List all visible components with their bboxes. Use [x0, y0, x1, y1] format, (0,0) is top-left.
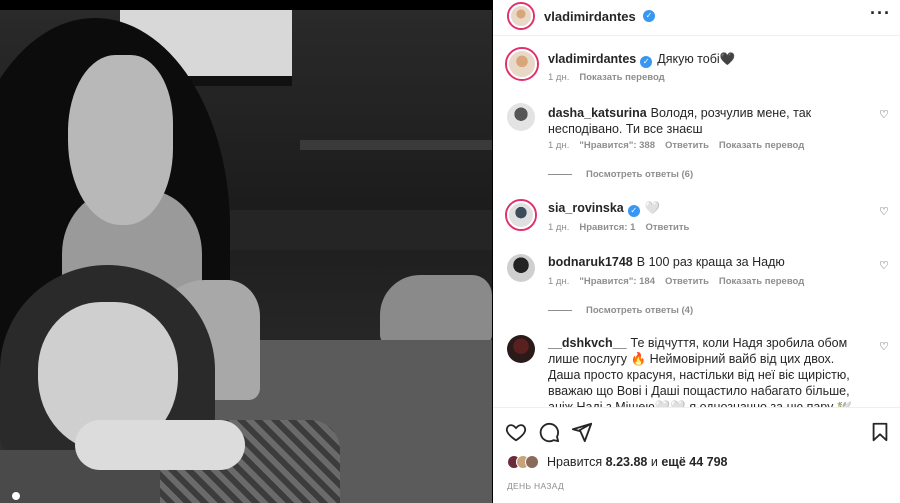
comment-username[interactable]: sia_rovinska — [548, 201, 624, 215]
view-replies-label: Посмотреть ответы (4) — [586, 305, 694, 316]
comment-avatar[interactable] — [507, 254, 535, 282]
verified-icon: ✓ — [627, 205, 640, 217]
photo-pillow — [380, 275, 492, 345]
comment-likes[interactable]: "Нравится": 184 — [579, 276, 655, 287]
comment: bodnaruk1748 В 100 раз краща за Надю — [548, 254, 868, 270]
comment-avatar[interactable] — [505, 199, 537, 231]
author-username[interactable]: vladimirdantes — [544, 9, 636, 24]
comment-meta: 1 дн. "Нравится": 184 Ответить Показать … — [548, 276, 804, 287]
photo-shelf-lower — [230, 210, 492, 250]
likes-prefix: Нравится — [547, 455, 603, 469]
caption-meta: 1 дн. Показать перевод — [548, 72, 665, 83]
like-comment-heart-icon[interactable]: ♡ — [879, 207, 890, 218]
caption-text: Дякую тобі🖤 — [657, 52, 736, 66]
comment-avatar[interactable] — [507, 103, 535, 131]
comment-username[interactable]: __dshkvch__ — [548, 336, 627, 350]
post-media-panel — [0, 0, 492, 503]
caption-avatar[interactable] — [505, 47, 539, 81]
likes-user[interactable]: 8.23.88 — [606, 455, 648, 469]
reply-button[interactable]: Ответить — [665, 276, 709, 287]
comment: dasha_katsurina Володя, розчулив мене, та… — [548, 105, 868, 137]
comment-meta: 1 дн. "Нравится": 388 Ответить Показать … — [548, 140, 804, 151]
post-side-panel: vladimirdantes ✓ ··· vladimirdantes ✓ Дяку… — [493, 0, 900, 503]
comment-text: В 100 раз краща за Надю — [636, 255, 785, 269]
comment-likes[interactable]: Нравится: 1 — [579, 222, 635, 233]
comment-username[interactable]: bodnaruk1748 — [548, 255, 633, 269]
replies-line — [548, 174, 572, 175]
view-replies-button[interactable]: Посмотреть ответы (6) — [548, 169, 693, 180]
photo-child-hand — [75, 420, 245, 470]
comment-avatar[interactable] — [507, 335, 535, 363]
like-comment-heart-icon[interactable]: ♡ — [879, 261, 890, 272]
share-send-icon[interactable] — [571, 421, 593, 443]
caption: vladimirdantes ✓ Дякую тобі🖤 — [548, 51, 878, 68]
post-photo[interactable] — [0, 10, 492, 503]
photo-woman-face — [68, 55, 173, 225]
comment-bubble-icon[interactable] — [538, 421, 560, 443]
like-comment-heart-icon[interactable]: ♡ — [879, 110, 890, 121]
bookmark-icon[interactable] — [869, 421, 891, 443]
comment: sia_rovinska ✓ 🤍 — [548, 200, 868, 217]
translate-button[interactable]: Показать перевод — [719, 140, 804, 151]
comment-time[interactable]: 1 дн. — [548, 276, 569, 287]
reply-button[interactable]: Ответить — [665, 140, 709, 151]
reply-button[interactable]: Ответить — [645, 222, 689, 233]
comment-meta: 1 дн. Нравится: 1 Ответить — [548, 222, 689, 233]
translate-button[interactable]: Показать перевод — [719, 276, 804, 287]
likes-summary[interactable]: Нравится 8.23.88 и ещё 44 798 — [507, 455, 727, 469]
post-timestamp[interactable]: ДЕНЬ НАЗАД — [507, 481, 564, 491]
comment: __dshkvch__ Те відчуття, коли Надя зробил… — [548, 335, 868, 407]
caption-translate-button[interactable]: Показать перевод — [579, 72, 664, 83]
carousel-dot — [12, 492, 20, 500]
verified-icon: ✓ — [640, 56, 653, 68]
comment-likes[interactable]: "Нравится": 388 — [579, 140, 655, 151]
post-header: vladimirdantes ✓ ··· — [493, 0, 900, 36]
caption-username[interactable]: vladimirdantes — [548, 52, 636, 66]
comment-text: 🤍 — [644, 201, 661, 215]
like-heart-icon[interactable] — [505, 421, 527, 443]
author-avatar[interactable] — [507, 2, 535, 30]
view-replies-button[interactable]: Посмотреть ответы (4) — [548, 305, 693, 316]
caption-time[interactable]: 1 дн. — [548, 72, 569, 83]
comment-time[interactable]: 1 дн. — [548, 140, 569, 151]
verified-icon: ✓ — [643, 10, 655, 22]
view-replies-label: Посмотреть ответы (6) — [586, 169, 694, 180]
like-comment-heart-icon[interactable]: ♡ — [879, 342, 890, 353]
comments-list[interactable]: vladimirdantes ✓ Дякую тобі🖤 1 дн. Показат… — [493, 37, 900, 407]
comment-username[interactable]: dasha_katsurina — [548, 106, 647, 120]
photo-shelf — [300, 140, 492, 150]
more-options-icon[interactable]: ··· — [870, 3, 891, 24]
liker-avatar — [525, 455, 539, 469]
comment-time[interactable]: 1 дн. — [548, 222, 569, 233]
replies-line — [548, 310, 572, 311]
likes-count[interactable]: ещё 44 798 — [661, 455, 727, 469]
post-actions: Нравится 8.23.88 и ещё 44 798 ДЕНЬ НАЗАД — [493, 407, 900, 503]
likes-middle: и — [650, 455, 658, 469]
